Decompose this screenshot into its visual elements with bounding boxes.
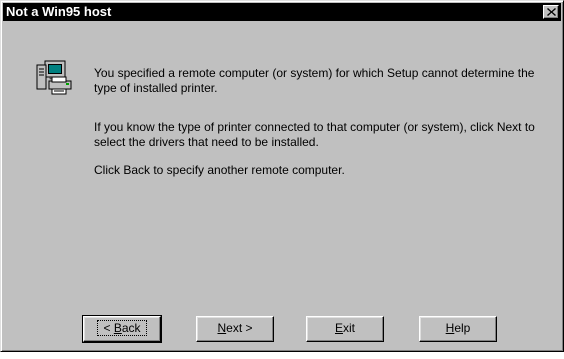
back-label-post: ack [121,321,141,335]
message-line-2: If you know the type of printer connecte… [94,120,535,149]
help-button[interactable]: Help [419,316,497,342]
title-bar[interactable]: Not a Win95 host [3,3,561,21]
next-label-post: ext > [226,321,253,335]
next-button[interactable]: Next > [196,316,274,342]
window-title: Not a Win95 host [6,4,112,19]
close-button[interactable] [543,5,559,19]
message-line-1: You specified a remote computer (or syst… [94,66,535,95]
dialog-window: Not a Win95 host You specified a remote … [0,0,564,352]
exit-label-post: xit [343,321,355,335]
exit-button[interactable]: Exit [306,316,384,342]
close-icon [547,8,556,16]
message-line-3: Click Back to specify another remote com… [94,163,345,177]
back-label-accel: B [113,321,122,335]
help-label-post: elp [454,321,471,335]
back-label-pre: < [103,321,114,335]
computer-printer-icon [35,57,75,97]
back-button[interactable]: < Back [82,315,162,343]
back-focus-rect: < Back [97,320,147,336]
exit-label-accel: E [334,321,343,335]
next-label-accel: N [217,321,227,335]
